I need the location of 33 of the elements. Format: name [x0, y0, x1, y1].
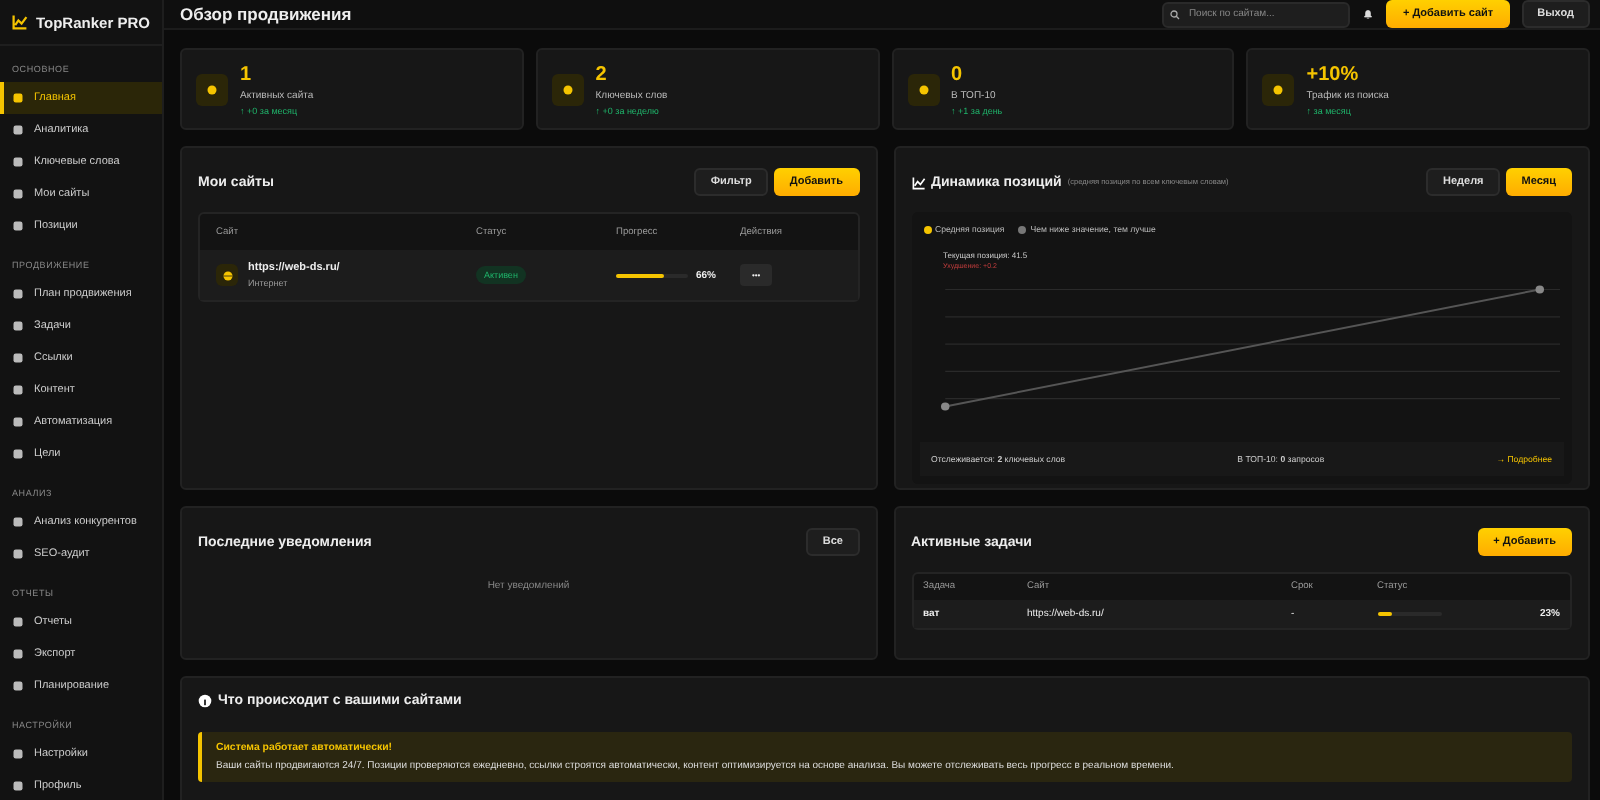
square-icon — [12, 92, 24, 104]
square-icon — [12, 124, 24, 136]
square-icon — [12, 384, 24, 396]
search-icon — [1170, 9, 1181, 19]
square-icon — [12, 416, 24, 428]
square-icon — [12, 220, 24, 232]
square-icon — [12, 616, 24, 628]
square-icon — [12, 288, 24, 300]
square-icon — [12, 156, 24, 168]
dot-icon — [917, 83, 929, 95]
stat-value: 2 — [595, 63, 609, 85]
chart-icon — [12, 14, 28, 30]
square-icon — [12, 188, 24, 200]
square-icon — [12, 352, 24, 364]
dot-icon — [561, 83, 574, 95]
square-icon — [12, 780, 24, 792]
square-icon — [12, 680, 24, 692]
square-icon — [12, 448, 24, 460]
info-icon — [198, 694, 212, 708]
square-icon — [12, 648, 24, 660]
square-icon — [12, 516, 24, 528]
globe-icon — [221, 269, 233, 281]
stat-value: +10% — [1306, 63, 1361, 85]
square-icon — [12, 320, 24, 332]
page-title: Обзор продвижения — [180, 4, 352, 24]
square-icon — [12, 548, 24, 560]
stat-value: 0 — [951, 63, 965, 85]
bell-icon[interactable] — [1362, 8, 1375, 20]
stat-value: 1 — [240, 63, 254, 85]
chart-icon — [911, 175, 925, 189]
dot-icon — [206, 83, 218, 95]
square-icon — [12, 748, 24, 760]
dot-icon — [1272, 83, 1285, 95]
